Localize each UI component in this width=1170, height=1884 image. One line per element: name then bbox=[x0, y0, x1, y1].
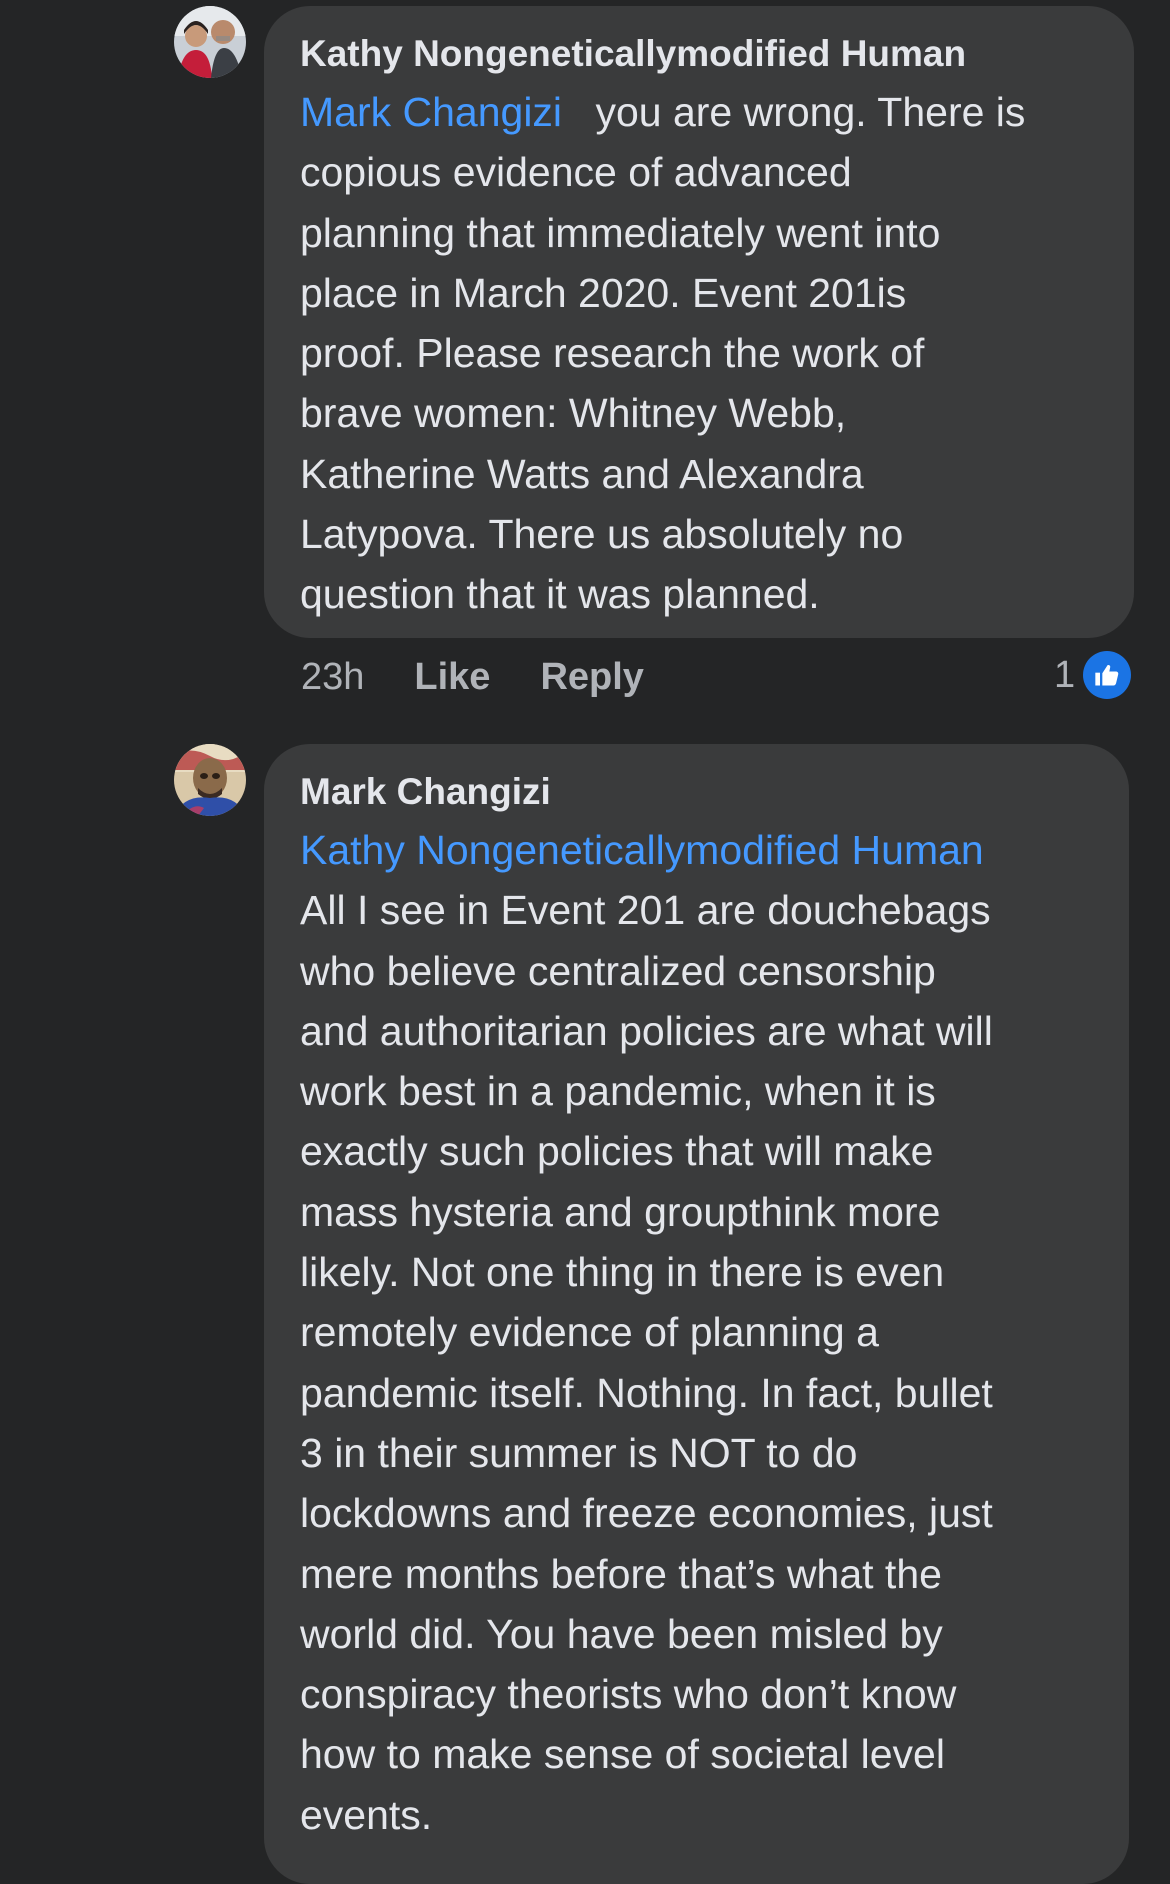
reaction-count: 1 bbox=[1054, 653, 1076, 696]
comment-line: place in March 2020. Event 201is bbox=[300, 269, 907, 316]
comment-line: planning that immediately went into bbox=[300, 209, 941, 256]
comment-line: and authoritarian policies are what will bbox=[300, 1007, 993, 1054]
comment-line: exactly such policies that will make bbox=[300, 1128, 934, 1175]
comment-line: proof. Please research the work of bbox=[300, 330, 925, 377]
comment-bubble: Kathy Nongeneticallymodified Human Mark … bbox=[264, 6, 1134, 638]
comment-author[interactable]: Mark Changizi bbox=[300, 766, 1093, 818]
comment-line: brave women: Whitney Webb, bbox=[300, 390, 847, 437]
comment-line: events. bbox=[300, 1791, 433, 1838]
avatar[interactable] bbox=[174, 6, 246, 78]
comment-bubble: Mark Changizi Kathy Nongeneticallymodifi… bbox=[264, 744, 1129, 1884]
comment-line: copious evidence of advanced bbox=[300, 149, 852, 196]
comment-line: 3 in their summer is NOT to do bbox=[300, 1429, 858, 1476]
comment-line: likely. Not one thing in there is even bbox=[300, 1249, 945, 1296]
comment-text: Mark Changizi you are wrong. There is co… bbox=[300, 82, 1098, 625]
comment-timestamp[interactable]: 23h bbox=[301, 656, 364, 699]
comment-line: who believe centralized censorship bbox=[300, 947, 936, 994]
comment-line: world did. You have been misled by bbox=[300, 1610, 943, 1657]
avatar-couple-photo bbox=[174, 6, 246, 78]
comment-line: how to make sense of societal level bbox=[300, 1731, 945, 1778]
comment-actions: 23h Like Reply bbox=[301, 652, 644, 702]
mention-link[interactable]: Mark Changizi bbox=[300, 89, 562, 135]
comment-line: remotely evidence of planning a bbox=[300, 1309, 879, 1356]
comment-line: question that it was planned. bbox=[300, 571, 820, 618]
comment-line: you are wrong. There is bbox=[595, 89, 1026, 135]
comment-line: Latypova. There us absolutely no bbox=[300, 511, 904, 558]
like-button[interactable]: Like bbox=[414, 656, 490, 699]
comment-line: Katherine Watts and Alexandra bbox=[300, 450, 864, 497]
comment-line: conspiracy theorists who don’t know bbox=[300, 1671, 957, 1718]
thumbs-up-icon bbox=[1083, 651, 1132, 699]
comment-line: pandemic itself. Nothing. In fact, bulle… bbox=[300, 1369, 993, 1416]
reaction-summary[interactable]: 1 bbox=[1054, 650, 1132, 700]
reply-button[interactable]: Reply bbox=[540, 656, 643, 699]
comment-author[interactable]: Kathy Nongeneticallymodified Human bbox=[300, 28, 1098, 80]
avatar-painted-portrait bbox=[174, 744, 246, 816]
mention-link[interactable]: Kathy Nongeneticallymodified Human bbox=[300, 827, 984, 873]
comment-line: All I see in Event 201 are douchebags bbox=[300, 887, 991, 934]
comment-text: Kathy Nongeneticallymodified Human All I… bbox=[300, 820, 1093, 1845]
comment-line: work best in a pandemic, when it is bbox=[300, 1068, 936, 1115]
avatar[interactable] bbox=[174, 744, 246, 816]
comment-line: lockdowns and freeze economies, just bbox=[300, 1490, 993, 1537]
comment-line: mass hysteria and groupthink more bbox=[300, 1188, 941, 1235]
comment-line: mere months before that’s what the bbox=[300, 1550, 942, 1597]
